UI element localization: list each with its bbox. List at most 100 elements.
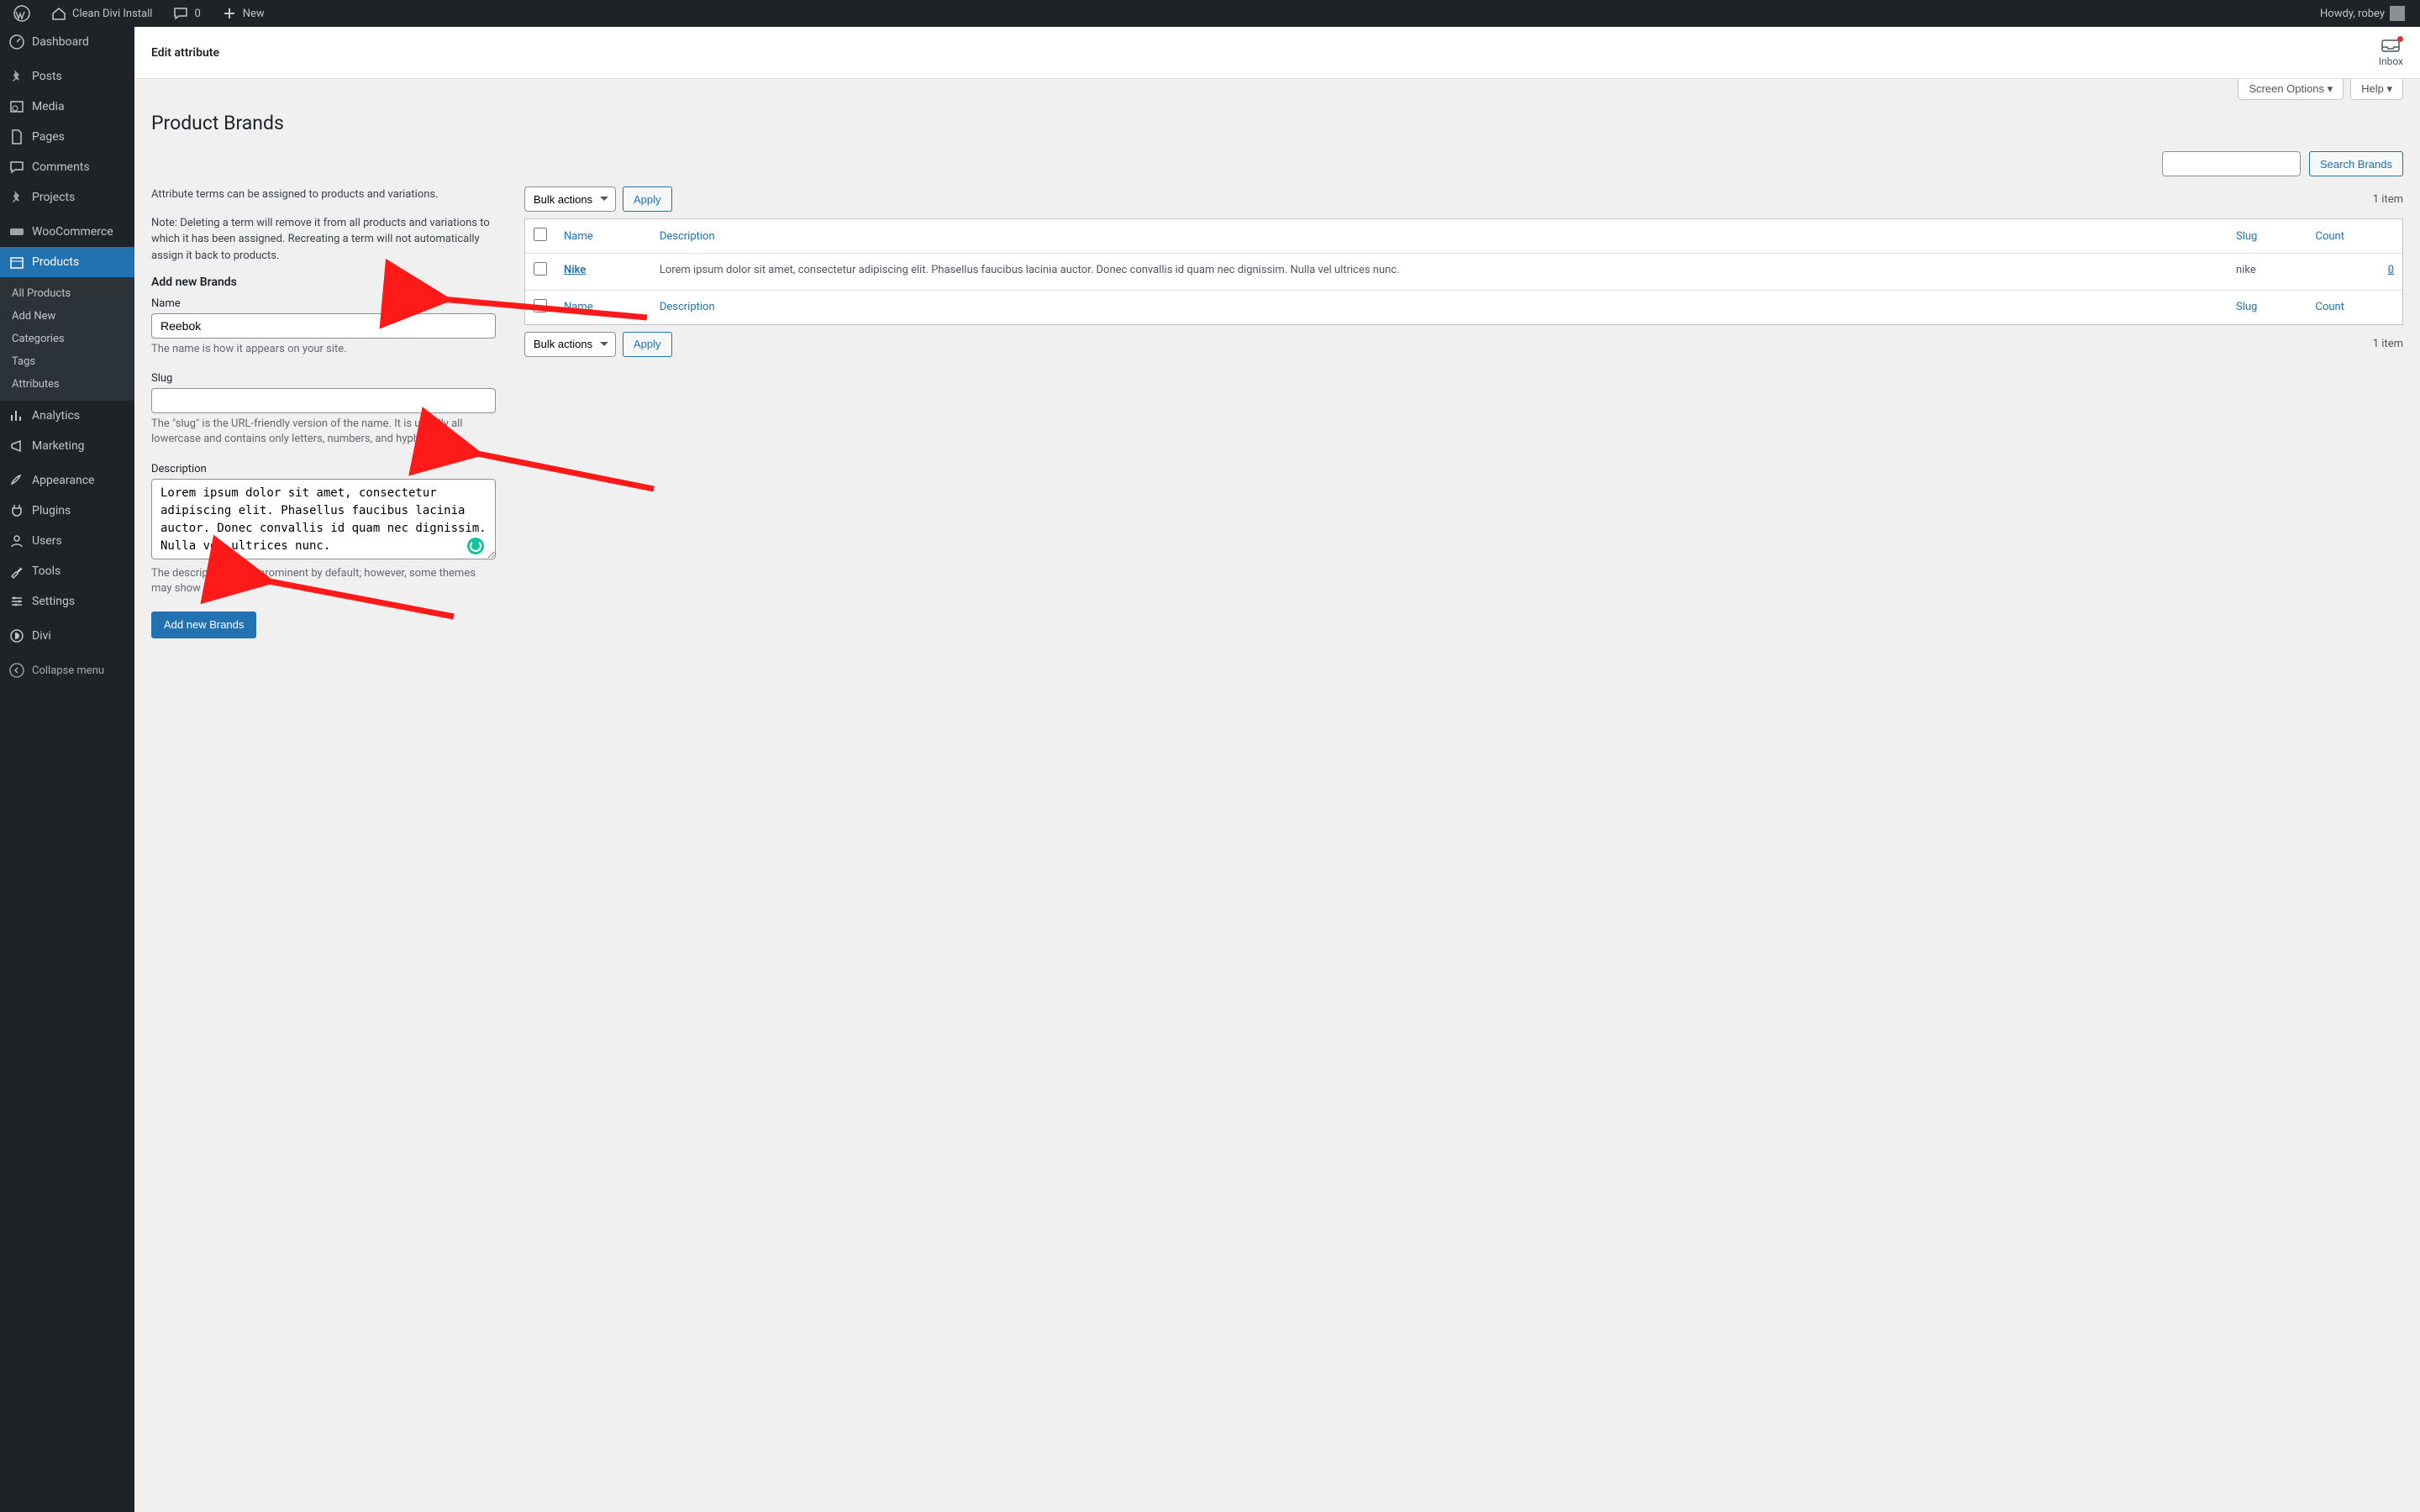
slug-desc: The "slug" is the URL-friendly version o… xyxy=(151,417,496,447)
tablenav-bottom: Bulk actions Apply 1 item xyxy=(524,332,2403,357)
notification-dot xyxy=(2397,36,2403,42)
new-content-link[interactable]: New xyxy=(214,0,271,27)
col-name-foot[interactable]: Name xyxy=(555,290,651,324)
wrap: Product Brands Search Brands Attribute t… xyxy=(134,100,2420,672)
nav-marketing[interactable]: Marketing xyxy=(0,431,134,461)
select-all-top[interactable] xyxy=(534,228,547,241)
col-slug[interactable]: Slug xyxy=(2228,219,2307,253)
nav-analytics[interactable]: Analytics xyxy=(0,401,134,431)
brands-table: Name Description Slug Count Nike Lorem i… xyxy=(524,218,2403,325)
row-name-link[interactable]: Nike xyxy=(564,264,586,276)
breadcrumb-title: Edit attribute xyxy=(151,46,219,60)
content-area: Edit attribute Inbox Screen Options ▾ He… xyxy=(134,27,2420,1512)
comment-icon xyxy=(172,5,189,22)
nav-posts[interactable]: Posts xyxy=(0,61,134,92)
plus-icon xyxy=(221,5,238,22)
media-icon xyxy=(8,98,25,115)
row-slug: nike xyxy=(2228,253,2307,290)
admin-sidebar: Dashboard Posts Media Pages Comments Pro… xyxy=(0,27,134,1512)
my-account[interactable]: Howdy, robey xyxy=(2313,0,2412,27)
comments-link[interactable]: 0 xyxy=(166,0,207,27)
comment-count: 0 xyxy=(194,8,200,20)
description-desc: The description is not prominent by defa… xyxy=(151,566,496,596)
nav-woocommerce[interactable]: WooCommerce xyxy=(0,217,134,247)
col-slug-foot[interactable]: Slug xyxy=(2228,290,2307,324)
col-description[interactable]: Description xyxy=(651,219,2228,253)
item-count-bottom: 1 item xyxy=(2373,338,2403,350)
nav-products[interactable]: Products xyxy=(0,247,134,277)
plug-icon xyxy=(8,502,25,519)
sub-tags[interactable]: Tags xyxy=(0,350,134,373)
nav-plugins[interactable]: Plugins xyxy=(0,496,134,526)
slug-input[interactable] xyxy=(151,388,496,413)
col-count-foot[interactable]: Count xyxy=(2307,290,2402,324)
select-all-bottom[interactable] xyxy=(534,299,547,312)
search-brands-button[interactable]: Search Brands xyxy=(2309,151,2403,176)
slug-label: Slug xyxy=(151,372,496,385)
bulk-actions-select-top[interactable]: Bulk actions xyxy=(524,186,616,212)
tablenav-top: Bulk actions Apply 1 item xyxy=(524,186,2403,212)
description-label: Description xyxy=(151,463,496,475)
name-label: Name xyxy=(151,297,496,310)
avatar xyxy=(2390,6,2405,21)
sub-attributes[interactable]: Attributes xyxy=(0,373,134,396)
col-count[interactable]: Count xyxy=(2307,219,2402,253)
apply-button-top[interactable]: Apply xyxy=(623,186,672,212)
submenu-products: All Products Add New Categories Tags Att… xyxy=(0,277,134,401)
help-button[interactable]: Help ▾ xyxy=(2350,79,2403,100)
nav-tools[interactable]: Tools xyxy=(0,556,134,586)
nav-projects[interactable]: Projects xyxy=(0,182,134,213)
description-field: Description Lorem ipsum dolor sit amet, … xyxy=(151,463,496,596)
row-actions-icon[interactable]: ≡ xyxy=(2387,264,2394,281)
page-header-strip: Edit attribute Inbox xyxy=(134,27,2420,79)
nav-media[interactable]: Media xyxy=(0,92,134,122)
add-new-brands-button[interactable]: Add new Brands xyxy=(151,612,256,638)
nav-appearance[interactable]: Appearance xyxy=(0,465,134,496)
screen-options-button[interactable]: Screen Options ▾ xyxy=(2238,79,2344,100)
home-icon xyxy=(50,5,67,22)
wp-logo[interactable] xyxy=(7,0,37,27)
bulk-actions-select-bottom[interactable]: Bulk actions xyxy=(524,332,616,357)
sub-categories[interactable]: Categories xyxy=(0,328,134,350)
page-icon xyxy=(8,129,25,145)
apply-button-bottom[interactable]: Apply xyxy=(623,332,672,357)
screen-meta-links: Screen Options ▾ Help ▾ xyxy=(134,79,2420,100)
site-name: Clean Divi Install xyxy=(72,8,152,20)
grammarly-icon xyxy=(467,538,484,554)
nav-dashboard[interactable]: Dashboard xyxy=(0,27,134,57)
user-icon xyxy=(8,533,25,549)
analytics-icon xyxy=(8,407,25,424)
brush-icon xyxy=(8,472,25,489)
pin-icon xyxy=(8,68,25,85)
name-field: Name The name is how it appears on your … xyxy=(151,297,496,357)
slug-field: Slug The "slug" is the URL-friendly vers… xyxy=(151,372,496,447)
nav-divi[interactable]: Divi xyxy=(0,621,134,651)
collapse-menu[interactable]: Collapse menu xyxy=(0,655,134,685)
description-textarea[interactable]: Lorem ipsum dolor sit amet, consectetur … xyxy=(151,479,496,559)
add-brands-heading: Add new Brands xyxy=(151,276,496,289)
search-bar: Search Brands xyxy=(151,151,2403,176)
inbox-button[interactable]: Inbox xyxy=(2379,38,2403,67)
sub-add-new[interactable]: Add New xyxy=(0,305,134,328)
nav-comments[interactable]: Comments xyxy=(0,152,134,182)
page-title: Product Brands xyxy=(151,112,2403,134)
item-count-top: 1 item xyxy=(2373,193,2403,206)
intro-text-1: Attribute terms can be assigned to produ… xyxy=(151,186,496,203)
sub-all-products[interactable]: All Products xyxy=(0,282,134,305)
name-desc: The name is how it appears on your site. xyxy=(151,342,496,357)
sliders-icon xyxy=(8,593,25,610)
site-name-link[interactable]: Clean Divi Install xyxy=(44,0,159,27)
nav-settings[interactable]: Settings xyxy=(0,586,134,617)
col-name[interactable]: Name xyxy=(555,219,651,253)
table-row: Nike Lorem ipsum dolor sit amet, consect… xyxy=(525,253,2402,290)
pin-icon xyxy=(8,189,25,206)
col-description-foot[interactable]: Description xyxy=(651,290,2228,324)
nav-pages[interactable]: Pages xyxy=(0,122,134,152)
row-checkbox[interactable] xyxy=(534,262,547,276)
name-input[interactable] xyxy=(151,313,496,339)
megaphone-icon xyxy=(8,438,25,454)
wrench-icon xyxy=(8,563,25,580)
divi-icon xyxy=(8,627,25,644)
search-input[interactable] xyxy=(2162,151,2301,176)
nav-users[interactable]: Users xyxy=(0,526,134,556)
